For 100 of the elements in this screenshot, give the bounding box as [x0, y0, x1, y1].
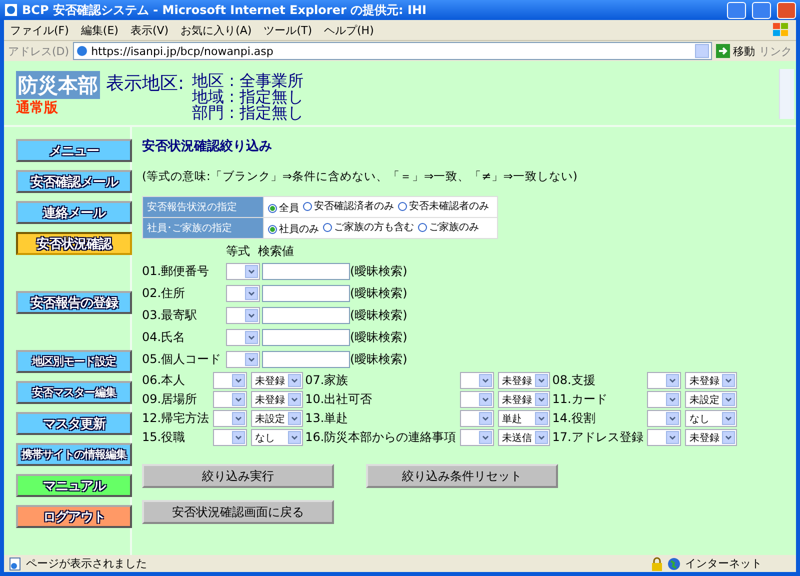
scrollbar[interactable]	[779, 69, 794, 119]
menu-item[interactable]: ファイル(F)	[10, 22, 69, 38]
operator-select[interactable]	[226, 284, 260, 302]
radio-option[interactable]: 社員のみ	[268, 222, 319, 236]
select-field[interactable]: 未登録	[498, 391, 550, 408]
radio-option[interactable]: 安否確認済者のみ	[303, 199, 394, 213]
field-label: 17.アドレス登録	[552, 429, 644, 446]
operator-select[interactable]	[647, 410, 682, 427]
field-label: 01.郵便番号	[142, 262, 210, 280]
radio-button[interactable]	[398, 202, 407, 210]
select-field[interactable]: 未設定	[685, 391, 738, 408]
action-button[interactable]: 絞り込み条件リセット	[366, 464, 558, 488]
lock-icon	[651, 556, 663, 570]
select-field[interactable]: 未送信	[498, 429, 550, 446]
globe-icon	[667, 556, 681, 570]
minimize-button[interactable]	[727, 2, 746, 18]
option-label: 安否報告状況の指定	[142, 196, 264, 218]
action-button[interactable]: 絞り込み実行	[142, 464, 334, 488]
edition-label: 通常版	[16, 99, 59, 117]
field-label: 09.居場所	[142, 391, 198, 408]
address-label: アドレス(D)	[8, 44, 70, 58]
operator-select[interactable]	[226, 262, 260, 280]
radio-button[interactable]	[268, 204, 277, 212]
menu-item[interactable]: お気に入り(A)	[180, 22, 252, 38]
restore-button[interactable]	[752, 2, 771, 18]
input-field[interactable]	[262, 350, 350, 368]
column-header: 検索値	[258, 243, 294, 260]
page-heading: 安否状況確認絞り込み	[142, 138, 273, 155]
zone-text: インターネット	[685, 556, 762, 571]
field-label: 14.役割	[552, 410, 596, 427]
column-header: 等式	[226, 243, 250, 260]
operator-select[interactable]	[460, 429, 494, 446]
field-label: 02.住所	[142, 284, 186, 302]
field-label: 16.防災本部からの連絡事項	[305, 429, 458, 446]
operator-select[interactable]	[647, 391, 682, 408]
operator-select[interactable]	[226, 306, 260, 324]
operator-select[interactable]	[226, 350, 260, 368]
field-label: 08.支援	[552, 372, 596, 389]
go-button[interactable]: 移動	[716, 44, 755, 58]
radio-option[interactable]: 全員	[268, 201, 299, 215]
field-label: 11.カード	[552, 391, 608, 408]
select-field[interactable]: 未登録	[685, 372, 738, 389]
field-label: 12.帰宅方法	[142, 410, 210, 427]
radio-option[interactable]: ご家族のみ	[418, 220, 479, 234]
input-field[interactable]	[262, 284, 350, 302]
field-label: 10.出社可否	[305, 391, 374, 408]
operator-select[interactable]	[460, 391, 494, 408]
radio-button[interactable]	[323, 222, 332, 232]
input-field[interactable]	[262, 328, 350, 346]
select-field[interactable]: 未登録	[251, 391, 304, 408]
field-label: 05.個人コード	[142, 350, 222, 368]
status-text: ページが表示されました	[26, 556, 147, 571]
browser-icon	[4, 3, 18, 17]
field-note: (曖昧検索)	[350, 328, 408, 346]
input-field[interactable]	[262, 306, 350, 324]
address-field[interactable]: https://isanpi.jp/bcp/nowanpi.asp	[73, 42, 712, 60]
operator-select[interactable]	[213, 429, 248, 446]
field-note: (曖昧検索)	[350, 306, 408, 324]
select-field[interactable]: 未登録	[685, 429, 738, 446]
radio-button[interactable]	[268, 224, 277, 234]
menu-item[interactable]: 表示(V)	[130, 22, 169, 38]
operator-select[interactable]	[460, 372, 494, 389]
operator-select[interactable]	[213, 410, 248, 427]
field-label: 15.役職	[142, 429, 186, 446]
field-label: 13.単赴	[305, 410, 350, 427]
menu-item[interactable]: ツール(T)	[264, 22, 312, 38]
radio-option[interactable]: ご家族の方も含む	[323, 220, 414, 234]
radio-button[interactable]	[418, 222, 427, 232]
select-field[interactable]: 単赴	[498, 410, 550, 427]
field-label: 06.本人	[142, 372, 186, 389]
header-title: 防災本部	[16, 71, 100, 99]
menu-item[interactable]: ヘルプ(H)	[324, 22, 374, 38]
operator-select[interactable]	[213, 372, 248, 389]
radio-button[interactable]	[303, 202, 312, 210]
select-field[interactable]: 未登録	[251, 372, 304, 389]
menu-item[interactable]: 編集(E)	[80, 22, 118, 38]
action-button[interactable]: 安否状況確認画面に戻る	[142, 500, 334, 524]
input-field[interactable]	[262, 262, 350, 280]
select-field[interactable]: なし	[251, 429, 304, 446]
field-label: 07.家族	[305, 372, 350, 389]
select-field[interactable]: なし	[685, 410, 738, 427]
operator-select[interactable]	[226, 328, 260, 346]
select-field[interactable]: 未設定	[251, 410, 304, 427]
operator-select[interactable]	[647, 429, 682, 446]
go-arrow-icon	[716, 44, 730, 58]
window-title: BCP 安否確認システム - Microsoft Internet Explorer の提供元: IHI	[22, 2, 428, 18]
operator-select[interactable]	[213, 391, 248, 408]
area-line: 地域 : 指定無し	[192, 89, 304, 105]
radio-option[interactable]: 安否未確認者のみ	[398, 199, 489, 213]
field-note: (曖昧検索)	[350, 262, 408, 280]
area-line: 部門 : 指定無し	[192, 105, 304, 121]
flag-logo-icon	[772, 22, 790, 38]
operator-select[interactable]	[460, 410, 494, 427]
area-line: 地区 : 全事業所	[192, 73, 304, 89]
field-note: (曖昧検索)	[350, 284, 408, 302]
legend-text: (等式の意味:「ブランク」⇒条件に含めない、「＝」⇒一致、「≠」⇒一致しない)	[142, 169, 578, 184]
field-note: (曖昧検索)	[350, 350, 408, 368]
close-button[interactable]	[777, 2, 796, 18]
operator-select[interactable]	[647, 372, 682, 389]
select-field[interactable]: 未登録	[498, 372, 550, 389]
